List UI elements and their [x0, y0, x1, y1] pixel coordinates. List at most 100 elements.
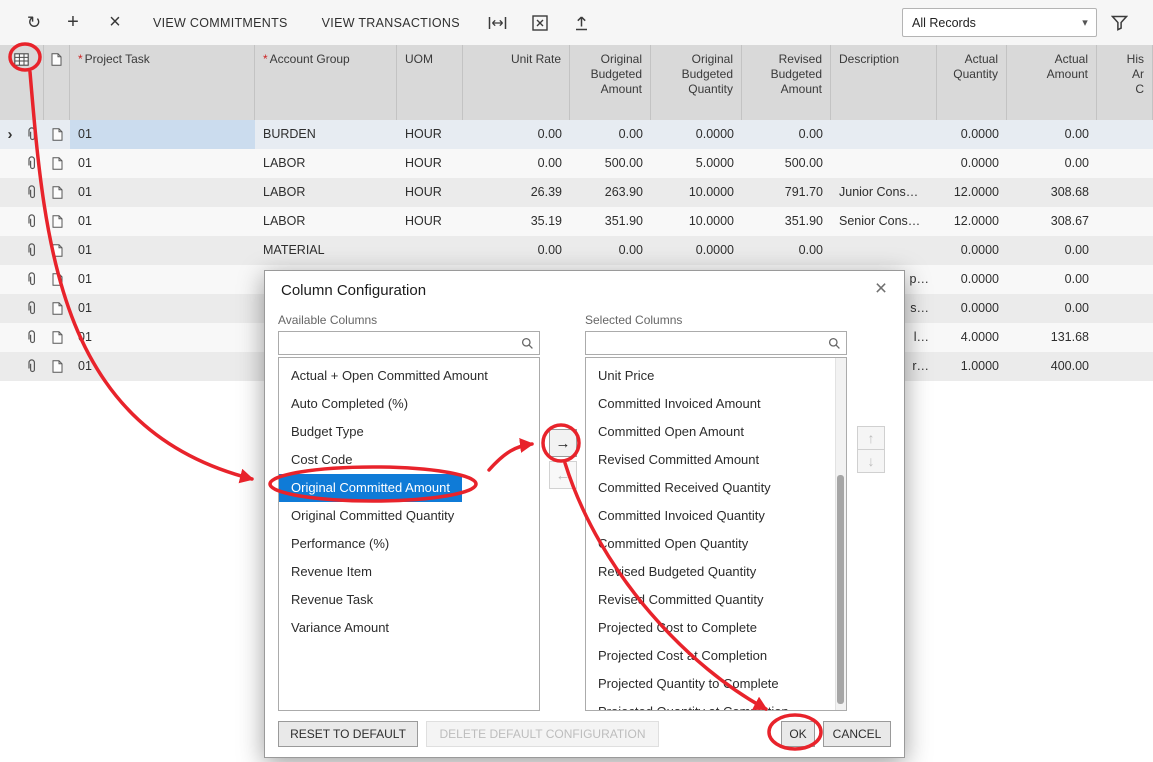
cell-original-budgeted-amount[interactable]: 500.00: [570, 149, 651, 178]
cell-unit-rate[interactable]: 26.39: [463, 178, 570, 207]
cell-his-ar-c[interactable]: [1097, 120, 1153, 149]
attachment-icon[interactable]: [20, 323, 44, 352]
cell-his-ar-c[interactable]: [1097, 323, 1153, 352]
cell-actual-quantity[interactable]: 12.0000: [937, 207, 1007, 236]
cell-project-task[interactable]: 01: [70, 352, 255, 381]
filter-icon[interactable]: [1097, 15, 1141, 31]
cell-his-ar-c[interactable]: [1097, 178, 1153, 207]
cell-account-group[interactable]: LABOR: [255, 207, 397, 236]
attachment-icon[interactable]: [20, 352, 44, 381]
cell-original-budgeted-quantity[interactable]: 0.0000: [651, 120, 742, 149]
cell-uom[interactable]: [397, 236, 463, 265]
selected-column-option[interactable]: Unit Price: [586, 362, 846, 390]
cell-actual-amount[interactable]: 308.67: [1007, 207, 1097, 236]
export-excel-icon[interactable]: [519, 0, 561, 45]
cancel-button[interactable]: CANCEL: [823, 721, 891, 747]
cell-original-budgeted-amount[interactable]: 263.90: [570, 178, 651, 207]
move-down-button[interactable]: ↓: [857, 449, 885, 473]
note-icon[interactable]: [44, 294, 70, 323]
cell-account-group[interactable]: LABOR: [255, 149, 397, 178]
cell-actual-quantity[interactable]: 0.0000: [937, 149, 1007, 178]
cell-his-ar-c[interactable]: [1097, 149, 1153, 178]
column-header-revised-budgeted-amount[interactable]: Revised Budgeted Amount: [742, 45, 831, 120]
close-icon[interactable]: ×: [868, 276, 894, 302]
column-header-his-ar-c[interactable]: His Ar C: [1097, 45, 1153, 120]
cell-account-group[interactable]: BURDEN: [255, 120, 397, 149]
cell-revised-budgeted-amount[interactable]: 500.00: [742, 149, 831, 178]
cell-description[interactable]: [831, 149, 937, 178]
table-row[interactable]: 01LABORHOUR0.00500.005.0000500.000.00000…: [0, 149, 1153, 178]
cell-description[interactable]: Senior Cons…: [831, 207, 937, 236]
cell-actual-quantity[interactable]: 12.0000: [937, 178, 1007, 207]
cell-account-group[interactable]: MATERIAL: [255, 236, 397, 265]
row-expander-icon[interactable]: ›: [0, 120, 20, 149]
table-row[interactable]: ›01BURDENHOUR0.000.000.00000.000.00000.0…: [0, 120, 1153, 149]
cell-uom[interactable]: HOUR: [397, 149, 463, 178]
note-icon[interactable]: [44, 120, 70, 149]
selected-column-option[interactable]: Projected Quantity at Completion: [586, 698, 846, 711]
cell-original-budgeted-amount[interactable]: 0.00: [570, 120, 651, 149]
cell-project-task[interactable]: 01: [70, 120, 255, 149]
cell-original-budgeted-quantity[interactable]: 0.0000: [651, 236, 742, 265]
move-right-button[interactable]: →: [549, 429, 577, 457]
note-icon[interactable]: [44, 178, 70, 207]
reset-to-default-button[interactable]: RESET TO DEFAULT: [278, 721, 418, 747]
cell-description[interactable]: [831, 236, 937, 265]
cell-actual-amount[interactable]: 308.68: [1007, 178, 1097, 207]
note-icon[interactable]: [44, 207, 70, 236]
cell-actual-quantity[interactable]: 0.0000: [937, 294, 1007, 323]
column-header-actual-quantity[interactable]: Actual Quantity: [937, 45, 1007, 120]
selected-column-option[interactable]: Committed Received Quantity: [586, 474, 846, 502]
selected-column-option[interactable]: Projected Cost at Completion: [586, 642, 846, 670]
cell-actual-quantity[interactable]: 4.0000: [937, 323, 1007, 352]
cell-project-task[interactable]: 01: [70, 149, 255, 178]
available-column-option[interactable]: Original Committed Quantity: [279, 502, 539, 530]
cell-actual-amount[interactable]: 0.00: [1007, 294, 1097, 323]
note-icon[interactable]: [44, 323, 70, 352]
selected-column-option[interactable]: Committed Open Amount: [586, 418, 846, 446]
cell-his-ar-c[interactable]: [1097, 207, 1153, 236]
view-commitments-button[interactable]: VIEW COMMITMENTS: [136, 0, 305, 45]
attachment-icon[interactable]: [20, 178, 44, 207]
cell-unit-rate[interactable]: 35.19: [463, 207, 570, 236]
attachment-icon[interactable]: [20, 236, 44, 265]
available-search-input[interactable]: [279, 332, 526, 354]
cell-revised-budgeted-amount[interactable]: 351.90: [742, 207, 831, 236]
delete-row-icon[interactable]: ×: [94, 0, 136, 45]
table-row[interactable]: 01LABORHOUR35.19351.9010.0000351.90Senio…: [0, 207, 1153, 236]
available-column-option[interactable]: Revenue Task: [279, 586, 539, 614]
cell-project-task[interactable]: 01: [70, 236, 255, 265]
note-icon[interactable]: [44, 265, 70, 294]
cell-actual-quantity[interactable]: 0.0000: [937, 265, 1007, 294]
attachment-icon[interactable]: [20, 120, 44, 149]
cell-description[interactable]: Junior Cons…: [831, 178, 937, 207]
attachment-icon[interactable]: [20, 265, 44, 294]
cell-actual-amount[interactable]: 0.00: [1007, 149, 1097, 178]
cell-original-budgeted-quantity[interactable]: 5.0000: [651, 149, 742, 178]
cell-actual-amount[interactable]: 131.68: [1007, 323, 1097, 352]
cell-description[interactable]: [831, 120, 937, 149]
cell-actual-quantity[interactable]: 0.0000: [937, 236, 1007, 265]
selected-column-option[interactable]: Committed Invoiced Quantity: [586, 502, 846, 530]
cell-actual-amount[interactable]: 400.00: [1007, 352, 1097, 381]
column-header-actual-amount[interactable]: Actual Amount: [1007, 45, 1097, 120]
cell-project-task[interactable]: 01: [70, 323, 255, 352]
attachment-icon[interactable]: [20, 207, 44, 236]
cell-original-budgeted-quantity[interactable]: 10.0000: [651, 207, 742, 236]
selected-column-option[interactable]: Revised Committed Amount: [586, 446, 846, 474]
ok-button[interactable]: OK: [781, 721, 815, 747]
refresh-icon[interactable]: ↻: [16, 0, 52, 45]
selected-column-option[interactable]: Projected Cost to Complete: [586, 614, 846, 642]
scrollbar[interactable]: [835, 358, 846, 710]
available-column-option[interactable]: Budget Type: [279, 418, 539, 446]
cell-actual-amount[interactable]: 0.00: [1007, 120, 1097, 149]
fit-width-icon[interactable]: [477, 0, 519, 45]
attachment-icon[interactable]: [20, 149, 44, 178]
cell-revised-budgeted-amount[interactable]: 0.00: [742, 120, 831, 149]
cell-account-group[interactable]: LABOR: [255, 178, 397, 207]
selected-column-option[interactable]: Revised Budgeted Quantity: [586, 558, 846, 586]
available-column-option[interactable]: Revenue Item: [279, 558, 539, 586]
cell-unit-rate[interactable]: 0.00: [463, 149, 570, 178]
view-transactions-button[interactable]: VIEW TRANSACTIONS: [305, 0, 477, 45]
column-header-original-budgeted-quantity[interactable]: Original Budgeted Quantity: [651, 45, 742, 120]
